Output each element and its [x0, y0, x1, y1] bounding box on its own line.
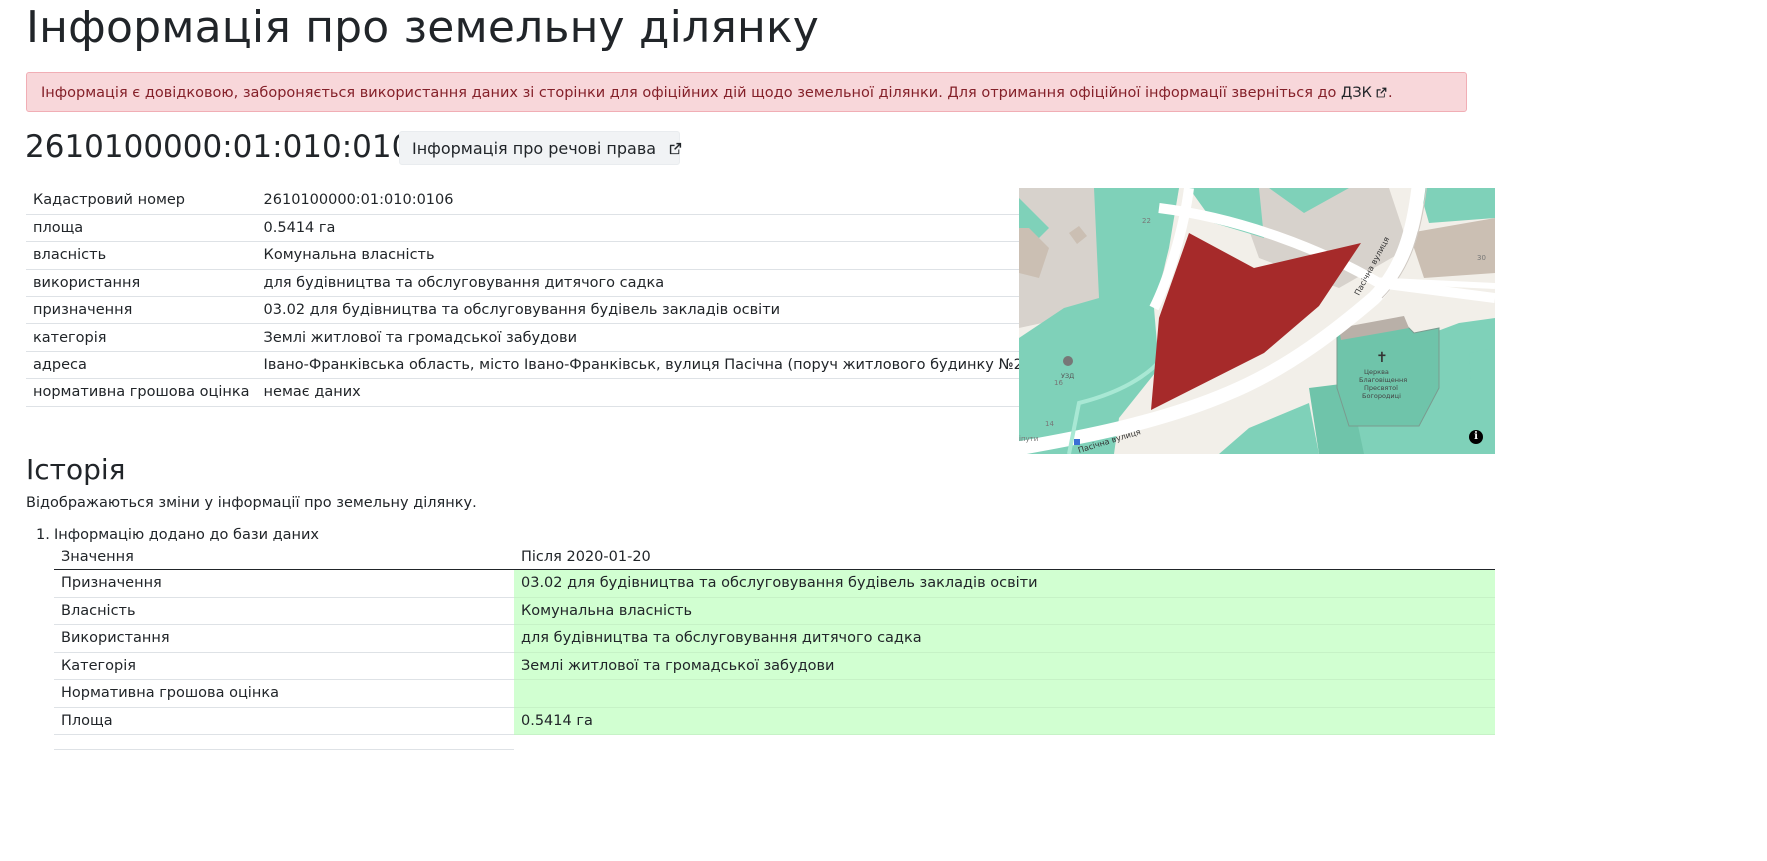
history-row: Категорія Землі житлової та громадської з…	[54, 652, 1495, 680]
history-value: 03.02 для будівництва та обслуговування …	[514, 569, 1495, 598]
change-number: 1.	[36, 527, 50, 543]
change-title: Інформацію додано до бази даних	[54, 527, 320, 543]
map-label-house-30: 30	[1477, 254, 1486, 262]
cadastral-number-heading: 2610100000:01:010:0106	[25, 129, 432, 165]
history-spacer-cell	[514, 734, 1495, 750]
parcel-map[interactable]: ✝ Церква Благовіщення Пресвятої Богороди…	[1019, 188, 1495, 454]
history-value: Землі житлової та громадської забудови	[514, 652, 1495, 680]
property-rights-button[interactable]: Інформація про речові права	[399, 131, 682, 165]
history-key: Використання	[54, 624, 514, 653]
history-title: Історія	[26, 453, 126, 486]
history-change-list: 1. Інформацію додано до бази даних	[26, 526, 1496, 545]
page-title: Інформація про земельну ділянку	[26, 2, 820, 53]
info-row: Кадастровий номер 2610100000:01:010:0106	[26, 187, 1045, 215]
map-label-fragment: іпути	[1019, 435, 1038, 443]
disclaimer-alert: Інформація є довідковою, забороняється в…	[26, 72, 1467, 112]
property-rights-label: Інформація про речові права	[412, 139, 657, 158]
history-row: Нормативна грошова оцінка	[54, 679, 1495, 708]
dzk-link[interactable]: ДЗК	[1341, 85, 1388, 101]
alert-text: Інформація є довідковою, забороняється в…	[41, 85, 1342, 101]
info-key: власність	[26, 241, 257, 270]
history-change-item: 1. Інформацію додано до бази даних	[26, 526, 1496, 545]
map-label-house-14: 14	[1045, 420, 1054, 428]
history-key: Нормативна грошова оцінка	[54, 679, 514, 708]
history-value: для будівництва та обслуговування дитячо…	[514, 624, 1495, 653]
map-canvas[interactable]: ✝ Церква Благовіщення Пресвятої Богороди…	[1019, 188, 1495, 454]
map-label-house-22: 22	[1142, 217, 1151, 225]
map-label-church-4: Богородиці	[1362, 392, 1401, 400]
history-key: Власність	[54, 597, 514, 625]
history-value: Комунальна власність	[514, 597, 1495, 625]
history-key: Призначення	[54, 569, 514, 598]
info-value: Землі житлової та громадської забудови	[256, 323, 1045, 352]
map-green-area	[1419, 188, 1495, 223]
info-key: категорія	[26, 323, 257, 352]
info-row: використання для будівництва та обслугову…	[26, 269, 1045, 298]
history-description: Відображаються зміни у інформації про зе…	[26, 495, 477, 511]
info-row: адреса Івано-Франківська область, місто І…	[26, 351, 1045, 380]
info-row: власність Комунальна власність	[26, 241, 1045, 270]
hospital-icon	[1063, 356, 1073, 366]
info-key: адреса	[26, 351, 257, 380]
info-value: для будівництва та обслуговування дитячо…	[256, 269, 1045, 298]
info-row: нормативна грошова оцінка немає даних	[26, 378, 1045, 407]
info-key: призначення	[26, 296, 257, 325]
map-label-church-2: Благовіщення	[1359, 376, 1407, 384]
history-change-table: Значення Після 2020-01-20 Призначення 03.…	[54, 544, 1495, 750]
church-icon: ✝	[1376, 350, 1388, 366]
map-green-area	[1469, 348, 1495, 383]
external-link-icon	[670, 142, 682, 155]
history-value	[514, 679, 1495, 708]
history-header-key: Значення	[54, 544, 514, 570]
map-label-church-3: Пресвятої	[1364, 384, 1398, 392]
history-spacer-row	[54, 734, 1495, 750]
history-key: Площа	[54, 707, 514, 735]
history-row: Використання для будівництва та обслугову…	[54, 624, 1495, 653]
history-key: Категорія	[54, 652, 514, 680]
info-row: призначення 03.02 для будівництва та обсл…	[26, 296, 1045, 325]
map-label-uzd: УЗД	[1061, 372, 1074, 380]
info-value: 0.5414 га	[256, 214, 1045, 243]
info-value: Комунальна власність	[256, 241, 1045, 270]
info-row: площа 0.5414 га	[26, 214, 1045, 243]
history-row: Власність Комунальна власність	[54, 597, 1495, 625]
history-spacer-cell	[54, 734, 514, 750]
history-row: Площа 0.5414 га	[54, 707, 1495, 735]
map-label-church-1: Церква	[1364, 368, 1389, 376]
history-row: Призначення 03.02 для будівництва та обсл…	[54, 569, 1495, 598]
info-key: площа	[26, 214, 257, 243]
info-row: категорія Землі житлової та громадської з…	[26, 323, 1045, 352]
external-link-icon	[1376, 87, 1387, 98]
parcel-info-table: Кадастровий номер 2610100000:01:010:0106 п…	[26, 187, 1045, 407]
info-value: 03.02 для будівництва та обслуговування …	[256, 296, 1045, 325]
info-value: Івано-Франківська область, місто Івано-Ф…	[256, 351, 1045, 380]
info-key: використання	[26, 269, 257, 298]
info-key: нормативна грошова оцінка	[26, 378, 257, 407]
history-value: 0.5414 га	[514, 707, 1495, 735]
map-label-house-16: 16	[1054, 379, 1063, 387]
info-value: 2610100000:01:010:0106	[256, 187, 1045, 215]
info-key: Кадастровий номер	[26, 187, 257, 215]
bus-stop-icon	[1074, 439, 1080, 445]
info-icon[interactable]: i	[1469, 430, 1483, 444]
info-value: немає даних	[256, 378, 1045, 407]
history-header-value: Після 2020-01-20	[514, 544, 1495, 570]
